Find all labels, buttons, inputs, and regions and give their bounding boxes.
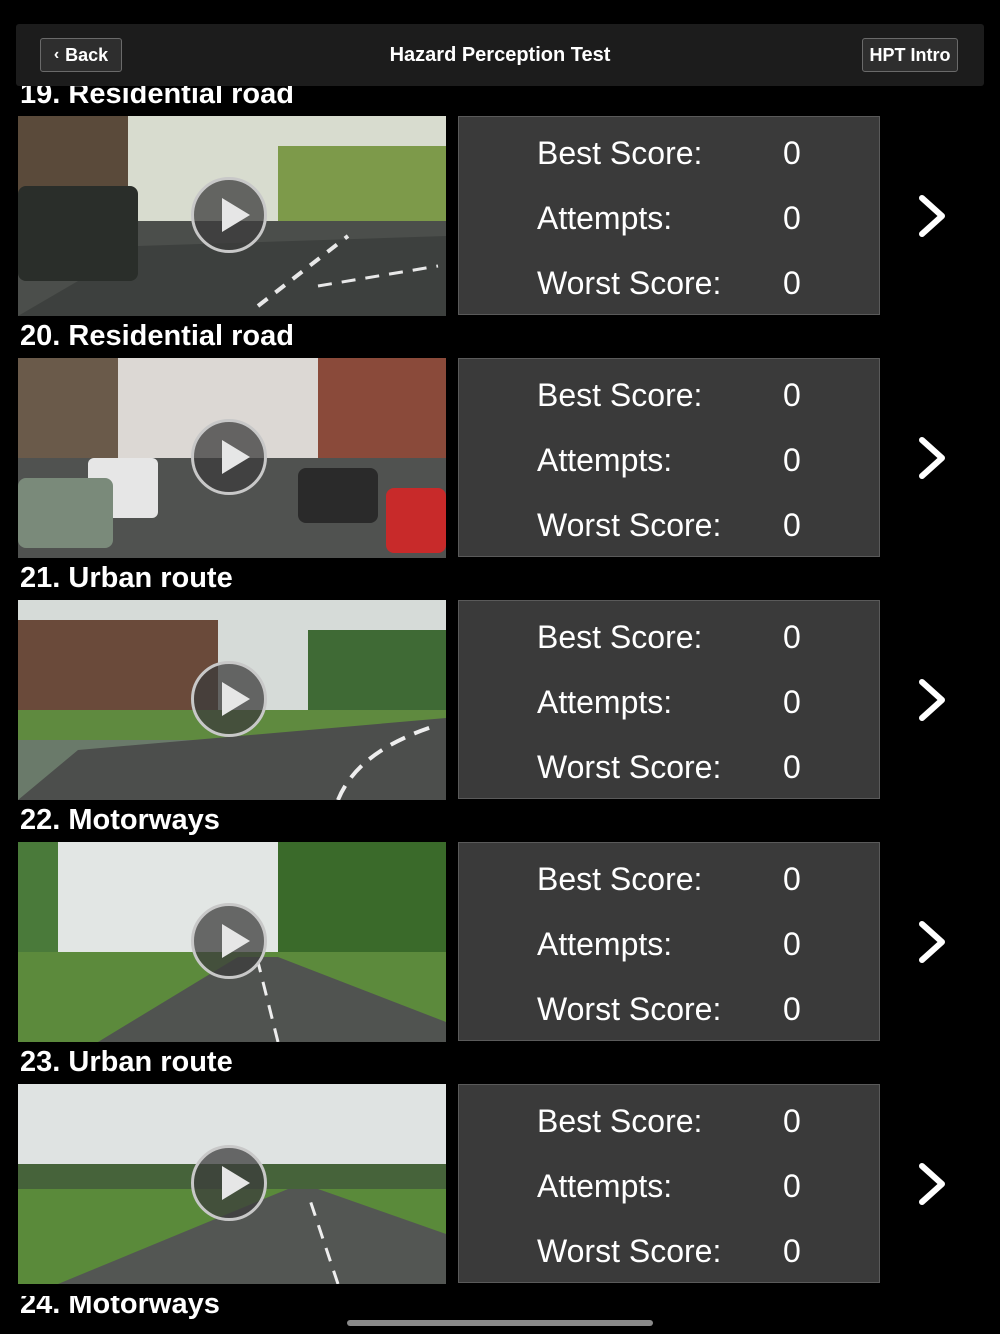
best-score-label: Best Score: (537, 377, 703, 413)
worst-score-value: 0 (783, 749, 801, 785)
clip-title: 21. Urban route (20, 562, 233, 594)
back-button[interactable]: ‹ Back (40, 38, 122, 72)
attempts-value: 0 (783, 1168, 801, 1204)
best-score-label: Best Score: (537, 861, 703, 897)
best-score-label: Best Score: (537, 1103, 703, 1139)
best-score-value: 0 (783, 861, 801, 897)
best-score-label: Best Score: (537, 619, 703, 655)
chevron-right-icon[interactable] (912, 436, 952, 480)
play-icon[interactable] (191, 1145, 267, 1221)
clip-title: 23. Urban route (20, 1046, 233, 1078)
home-indicator[interactable] (347, 1320, 653, 1326)
clip-row-19[interactable]: 19. Residential road Best Score: 0 Attemp… (0, 78, 1000, 328)
play-icon[interactable] (191, 903, 267, 979)
chevron-right-icon[interactable] (912, 678, 952, 722)
attempts-label: Attempts: (537, 684, 673, 720)
score-panel: Best Score: 0 Attempts: 0 Worst Score: 0 (458, 842, 880, 1041)
worst-score-label: Worst Score: (537, 749, 722, 785)
chevron-right-icon[interactable] (912, 920, 952, 964)
play-icon[interactable] (191, 661, 267, 737)
clip-thumbnail[interactable] (18, 842, 446, 1042)
score-panel: Best Score: 0 Attempts: 0 Worst Score: 0 (458, 1084, 880, 1283)
play-icon[interactable] (191, 419, 267, 495)
worst-score-label: Worst Score: (537, 1233, 722, 1269)
clip-row-23[interactable]: 23. Urban route Best Score: 0 Attempts: 0 … (0, 1046, 1000, 1296)
score-panel: Best Score: 0 Attempts: 0 Worst Score: 0 (458, 600, 880, 799)
chevron-right-icon[interactable] (912, 1162, 952, 1206)
hpt-intro-button[interactable]: HPT Intro (862, 38, 958, 72)
clip-thumbnail[interactable] (18, 358, 446, 558)
clip-thumbnail[interactable] (18, 116, 446, 316)
attempts-value: 0 (783, 684, 801, 720)
attempts-label: Attempts: (537, 1168, 673, 1204)
score-panel: Best Score: 0 Attempts: 0 Worst Score: 0 (458, 116, 880, 315)
worst-score-value: 0 (783, 991, 801, 1027)
attempts-value: 0 (783, 926, 801, 962)
best-score-value: 0 (783, 377, 801, 413)
attempts-label: Attempts: (537, 200, 673, 236)
worst-score-value: 0 (783, 1233, 801, 1269)
worst-score-value: 0 (783, 507, 801, 543)
worst-score-value: 0 (783, 265, 801, 301)
clip-thumbnail[interactable] (18, 600, 446, 800)
nav-bar: Hazard Perception Test ‹ Back HPT Intro (16, 24, 984, 86)
attempts-value: 0 (783, 200, 801, 236)
chevron-left-icon: ‹ (53, 46, 60, 63)
clip-thumbnail[interactable] (18, 1084, 446, 1284)
clip-title: 24. Motorways (20, 1296, 220, 1320)
attempts-label: Attempts: (537, 926, 673, 962)
clip-row-22[interactable]: 22. Motorways Best Score: 0 Attempts: 0 Wo… (0, 804, 1000, 1054)
worst-score-label: Worst Score: (537, 507, 722, 543)
attempts-label: Attempts: (537, 442, 673, 478)
attempts-value: 0 (783, 442, 801, 478)
clip-list: 19. Residential road Best Score: 0 Attemp… (0, 0, 1000, 1334)
worst-score-label: Worst Score: (537, 265, 722, 301)
clip-row-21[interactable]: 21. Urban route Best Score: 0 Attempts: 0 … (0, 562, 1000, 812)
clip-title: 22. Motorways (20, 804, 220, 836)
page-title: Hazard Perception Test (389, 44, 611, 66)
clip-row-24[interactable]: 24. Motorways (0, 1296, 1000, 1334)
score-panel: Best Score: 0 Attempts: 0 Worst Score: 0 (458, 358, 880, 557)
best-score-value: 0 (783, 1103, 801, 1139)
best-score-label: Best Score: (537, 135, 703, 171)
best-score-value: 0 (783, 619, 801, 655)
worst-score-label: Worst Score: (537, 991, 722, 1027)
clip-row-20[interactable]: 20. Residential road Best Score: 0 Attemp… (0, 320, 1000, 570)
best-score-value: 0 (783, 135, 801, 171)
chevron-right-icon[interactable] (912, 194, 952, 238)
clip-title: 20. Residential road (20, 320, 294, 352)
play-icon[interactable] (191, 177, 267, 253)
back-label: Back (65, 44, 109, 65)
